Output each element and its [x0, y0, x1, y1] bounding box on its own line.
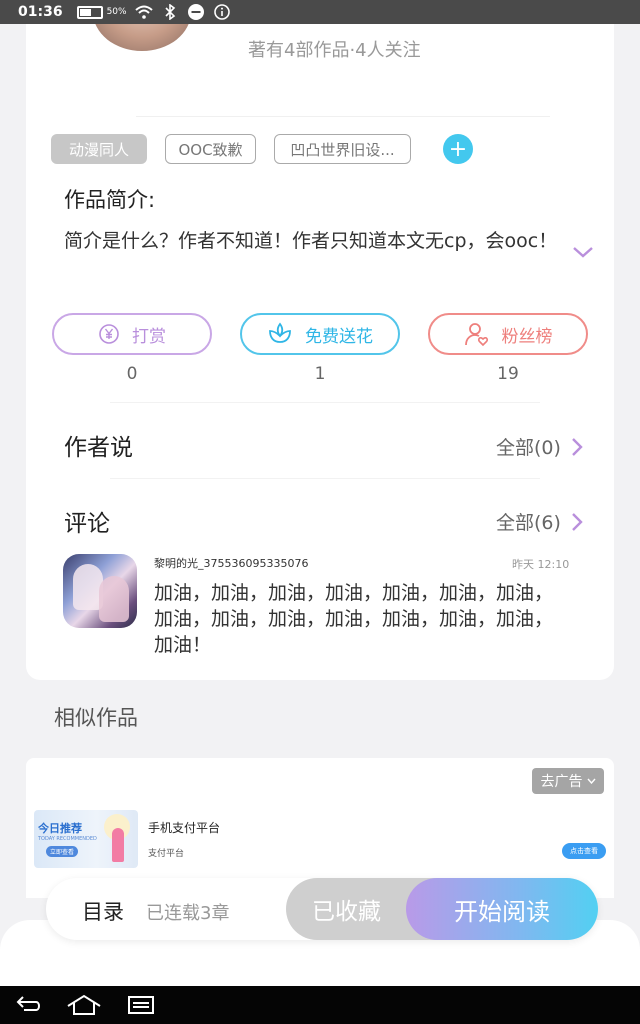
ad-thumbnail[interactable]: 今日推荐 TODAY RECOMMENDED 立即查看	[34, 810, 138, 868]
add-tag-button[interactable]: +	[443, 134, 473, 164]
fans-rank-label: 粉丝榜	[501, 326, 553, 347]
author-says-title: 作者说	[64, 435, 133, 461]
battery-icon	[76, 5, 103, 19]
remove-ad-label: 去广告	[540, 774, 583, 790]
toc-button[interactable]: 目录	[82, 896, 124, 926]
send-flower-label: 免费送花	[305, 326, 373, 347]
remove-ad-button[interactable]: 去广告	[532, 768, 604, 794]
home-button[interactable]	[66, 994, 102, 1020]
action-counts: 0 1 19	[52, 364, 588, 384]
ad-thumb-title: 今日推荐	[38, 822, 82, 835]
ad-thumb-cta: 立即查看	[46, 846, 79, 857]
comment-text[interactable]: 加油，加油，加油，加油，加油，加油，加油，加油，加油，加油，加油，加油，加油，加…	[154, 580, 564, 658]
comments-all-label: 全部(6)	[496, 512, 561, 534]
flower-count: 1	[314, 364, 326, 384]
flower-icon	[267, 322, 293, 346]
author-says-all-link[interactable]: 全部(0)	[496, 433, 583, 460]
action-buttons: 打赏 免费送花 粉丝榜	[52, 313, 588, 355]
chevron-right-icon	[572, 512, 583, 531]
tag-item[interactable]: 动漫同人	[51, 134, 147, 164]
battery-percent: 50%	[106, 7, 127, 17]
fans-count: 19	[497, 364, 519, 384]
girl-figure	[112, 828, 124, 862]
status-time: 01:36	[18, 4, 63, 20]
expand-intro-button[interactable]	[572, 244, 594, 263]
tag-item[interactable]: 凹凸世界旧设...	[274, 134, 411, 164]
intro-text: 简介是什么？作者不知道！作者只知道本文无cp，会ooc！	[64, 230, 558, 252]
chevron-down-icon	[573, 247, 593, 258]
divider	[110, 478, 540, 479]
ad-card[interactable]: 去广告 今日推荐 TODAY RECOMMENDED 立即查看 手机支付平台 支…	[26, 758, 614, 898]
ad-view-button[interactable]: 点击查看	[562, 843, 606, 859]
system-nav-bar	[0, 986, 640, 1024]
plus-icon: +	[448, 136, 468, 162]
ad-thumb-sub: TODAY RECOMMENDED	[38, 836, 97, 842]
fans-rank-button[interactable]: 粉丝榜	[428, 313, 588, 355]
battery-indicator: 50%	[76, 5, 127, 19]
author-works-info: 著有4部作品·4人关注	[248, 40, 421, 61]
author-says-all-label: 全部(0)	[496, 437, 561, 459]
tag-item[interactable]: OOC致歉	[165, 134, 256, 164]
bluetooth-icon	[161, 3, 179, 21]
comment-username[interactable]: 黎明的光_375536095335076	[154, 555, 308, 571]
ad-title: 手机支付平台	[148, 821, 221, 835]
ad-subtitle: 支付平台	[148, 849, 185, 859]
intro-label: 作品简介:	[64, 188, 156, 212]
recent-apps-icon	[128, 996, 154, 1014]
reward-count: 0	[126, 364, 138, 384]
divider	[110, 402, 540, 403]
start-reading-button[interactable]: 开始阅读	[406, 878, 598, 940]
yen-coin-icon	[98, 323, 120, 345]
chevron-down-icon	[586, 778, 596, 784]
status-bar: 01:36 50%	[0, 0, 640, 24]
bottom-action-bar: 目录 已连载3章 已收藏 开始阅读	[46, 878, 598, 940]
comment-avatar[interactable]	[63, 554, 137, 628]
tag-list: 动漫同人 OOC致歉 凹凸世界旧设... +	[51, 134, 473, 164]
comments-title: 评论	[64, 511, 110, 537]
info-icon	[213, 3, 231, 21]
home-icon	[67, 994, 101, 1015]
do-not-disturb-icon	[187, 3, 205, 21]
back-icon	[16, 996, 40, 1011]
serial-status: 已连载3章	[146, 903, 230, 924]
comment-timestamp: 昨天 12:10	[512, 558, 570, 571]
divider	[136, 116, 550, 117]
wifi-icon	[134, 3, 153, 21]
similar-works-title: 相似作品	[54, 706, 138, 730]
send-flower-button[interactable]: 免费送花	[240, 313, 400, 355]
reward-button[interactable]: 打赏	[52, 313, 212, 355]
reward-label: 打赏	[132, 326, 166, 347]
back-button[interactable]	[14, 994, 44, 1020]
fan-user-icon	[464, 321, 490, 347]
recent-apps-button[interactable]	[126, 994, 156, 1020]
comments-all-link[interactable]: 全部(6)	[496, 508, 583, 535]
chevron-right-icon	[572, 437, 583, 456]
